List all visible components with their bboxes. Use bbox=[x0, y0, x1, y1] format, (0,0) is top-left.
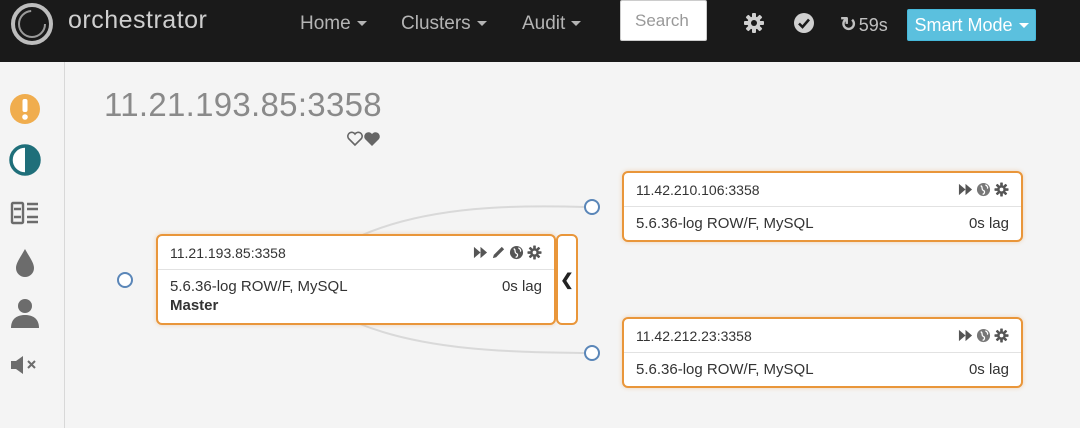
instance-header: 11.21.193.85:3358 bbox=[158, 236, 554, 270]
chevron-down-icon bbox=[476, 21, 487, 27]
instance-version: 5.6.36-log ROW/F, MySQL bbox=[636, 361, 814, 378]
edge-to-replica-1 bbox=[359, 205, 586, 237]
globe-icon[interactable] bbox=[976, 182, 991, 197]
nav-audit-menu[interactable]: Audit bbox=[522, 13, 582, 35]
gear-icon[interactable] bbox=[742, 11, 766, 35]
instance-header: 11.42.210.106:3358 bbox=[624, 173, 1021, 207]
nav-home-menu[interactable]: Home bbox=[300, 13, 367, 35]
instance-body: 5.6.36-log ROW/F, MySQL 0s lag bbox=[624, 353, 1021, 378]
pencil-icon[interactable] bbox=[491, 245, 506, 260]
globe-icon[interactable] bbox=[976, 328, 991, 343]
gear-icon[interactable] bbox=[994, 182, 1009, 197]
instance-tools bbox=[958, 328, 1009, 343]
tag-list-icon[interactable] bbox=[8, 196, 42, 230]
orchestrator-logo-icon[interactable] bbox=[8, 0, 56, 48]
replica-instance-box[interactable]: 11.42.210.106:3358 5.6.36-log ROW/F, MyS… bbox=[622, 171, 1023, 242]
instance-role: Master bbox=[170, 297, 219, 314]
instance-header: 11.42.212.23:3358 bbox=[624, 319, 1021, 353]
chevron-down-icon bbox=[571, 21, 582, 27]
tint-drop-icon[interactable] bbox=[8, 246, 42, 280]
user-icon[interactable] bbox=[8, 296, 42, 330]
gear-icon[interactable] bbox=[527, 245, 542, 260]
top-navbar: orchestrator Home Clusters Audit ↻59s Sm… bbox=[0, 0, 1080, 62]
instance-lag: 0s lag bbox=[968, 361, 1009, 378]
smart-mode-dropdown-button[interactable]: Smart Mode bbox=[907, 9, 1036, 41]
replica-2-connector-dot[interactable] bbox=[584, 345, 600, 361]
instance-body: 5.6.36-log ROW/F, MySQL 0s lag bbox=[624, 207, 1021, 232]
nav-home-label: Home bbox=[300, 13, 351, 34]
chevron-down-icon bbox=[356, 21, 367, 27]
instance-lag: 0s lag bbox=[501, 278, 542, 295]
chevron-down-icon bbox=[1018, 22, 1029, 28]
refresh-countdown-value: 59s bbox=[858, 15, 888, 35]
left-sidebar bbox=[0, 62, 65, 428]
replica-instance-box[interactable]: 11.42.212.23:3358 5.6.36-log ROW/F, MySQ… bbox=[622, 317, 1023, 388]
instance-host: 11.21.193.85:3358 bbox=[170, 244, 286, 261]
check-circle-icon[interactable] bbox=[792, 11, 816, 35]
exclamation-circle-icon[interactable] bbox=[8, 92, 42, 126]
master-connector-dot[interactable] bbox=[117, 272, 133, 288]
master-instance-box[interactable]: 11.21.193.85:3358 5.6.36-log ROW/F, MySQ… bbox=[156, 234, 556, 325]
replica-1-connector-dot[interactable] bbox=[584, 199, 600, 215]
collapse-replicas-button[interactable]: ❮ bbox=[556, 234, 578, 325]
edge-to-replica-2 bbox=[359, 323, 586, 354]
volume-off-icon[interactable] bbox=[8, 348, 42, 382]
fast-forward-icon[interactable] bbox=[958, 182, 973, 197]
instance-version: 5.6.36-log ROW/F, MySQL bbox=[170, 278, 348, 295]
nav-audit-label: Audit bbox=[522, 13, 566, 34]
gear-icon[interactable] bbox=[994, 328, 1009, 343]
refresh-countdown[interactable]: ↻ 59s bbox=[840, 12, 888, 37]
instance-lag: 0s lag bbox=[968, 215, 1009, 232]
nav-clusters-label: Clusters bbox=[401, 13, 471, 34]
chevron-left-icon: ❮ bbox=[560, 271, 574, 289]
brand-title[interactable]: orchestrator bbox=[68, 6, 207, 35]
instance-tools bbox=[473, 245, 542, 260]
instance-tools bbox=[958, 182, 1009, 197]
half-circle-icon[interactable] bbox=[8, 143, 42, 177]
instance-host: 11.42.210.106:3358 bbox=[636, 181, 760, 198]
search-input[interactable] bbox=[620, 0, 707, 41]
refresh-icon: ↻ bbox=[840, 14, 857, 36]
favorite-hearts-icon[interactable] bbox=[346, 129, 382, 149]
page-title: 11.21.193.85:3358 bbox=[104, 86, 382, 123]
nav-clusters-menu[interactable]: Clusters bbox=[401, 13, 487, 35]
fast-forward-icon[interactable] bbox=[473, 245, 488, 260]
instance-body: 5.6.36-log ROW/F, MySQL 0s lag Master bbox=[158, 270, 554, 314]
smart-mode-label: Smart Mode bbox=[914, 14, 1013, 35]
instance-version: 5.6.36-log ROW/F, MySQL bbox=[636, 215, 814, 232]
instance-host: 11.42.212.23:3358 bbox=[636, 327, 752, 344]
globe-icon[interactable] bbox=[509, 245, 524, 260]
fast-forward-icon[interactable] bbox=[958, 328, 973, 343]
